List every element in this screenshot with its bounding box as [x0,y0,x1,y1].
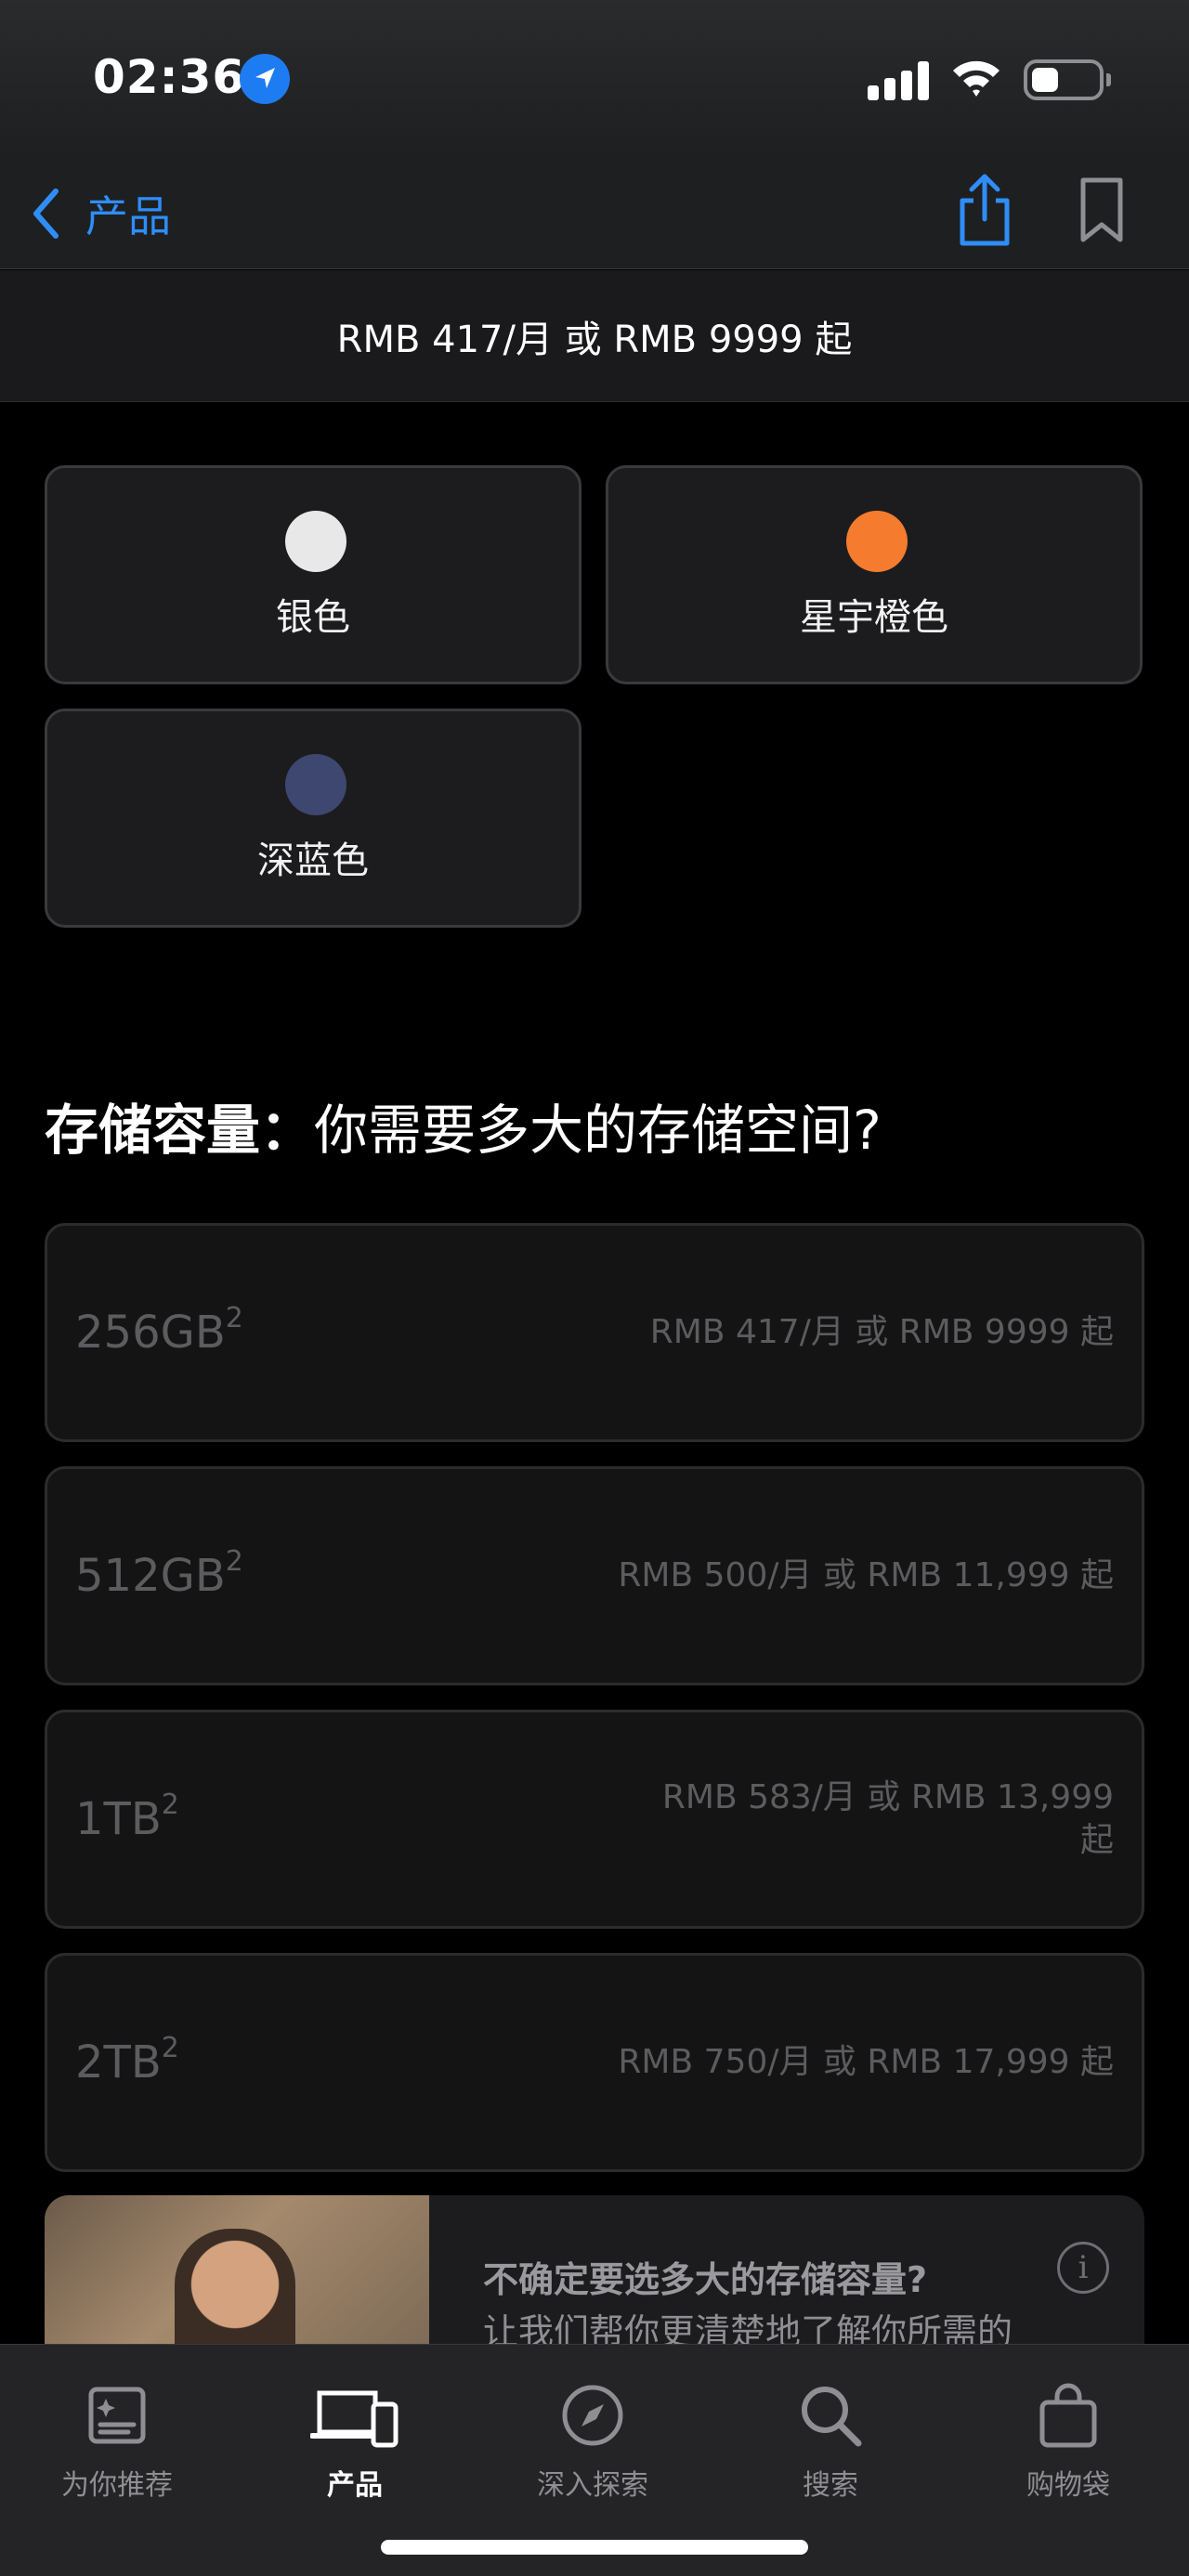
back-button[interactable]: 产品 [32,178,171,249]
storage-size: 256GB 2 [75,1226,243,1439]
tab-bag[interactable]: 购物袋 [975,2361,1161,2502]
storage-heading-text: 你需要多大的存储空间? [314,1099,882,1162]
tab-label: 购物袋 [1026,2469,1110,2502]
color-option-deep-blue[interactable]: 深蓝色 [45,709,581,928]
specialist-photo [45,2195,429,2353]
color-option-silver[interactable]: 银色 [45,465,581,684]
specialist-avatar [175,2229,295,2353]
color-label: 深蓝色 [257,839,369,882]
products-icon [310,2390,399,2448]
tab-products[interactable]: 产品 [262,2361,448,2502]
storage-size-label: 256GB [75,1307,226,1359]
footnote-marker: 2 [161,1789,179,1821]
storage-size: 1TB 2 [75,1712,179,1926]
color-swatch [285,754,346,815]
color-option-cosmic-orange[interactable]: 星宇橙色 [606,465,1143,684]
info-icon[interactable]: i [1057,2242,1109,2294]
location-arrow-icon [240,54,290,104]
bag-icon [1039,2383,1097,2448]
chevron-left-icon [33,189,59,239]
search-icon [802,2387,862,2447]
share-icon[interactable] [955,171,1014,249]
wifi-icon [953,60,1000,97]
storage-price: RMB 500/月 或 RMB 11,999 起 [618,1556,1114,1594]
storage-heading-bold: 存储容量： [45,1099,315,1162]
help-card-title: 不确定要选多大的存储容量? [483,2259,928,2300]
status-bar: 02:36 [0,0,1189,158]
recommend-icon [88,2387,146,2444]
storage-size-label: 1TB [75,1793,162,1845]
storage-size-label: 512GB [75,1550,226,1602]
storage-option-256gb[interactable]: 256GB 2 RMB 417/月 或 RMB 9999 起 [45,1223,1144,1442]
battery-icon [1024,59,1111,100]
storage-price: RMB 583/月 或 RMB 13,999 起 [661,1778,1114,1859]
tab-label: 搜索 [803,2469,858,2502]
storage-size-label: 2TB [75,2036,162,2088]
storage-price: RMB 750/月 或 RMB 17,999 起 [618,2043,1114,2081]
storage-option-512gb[interactable]: 512GB 2 RMB 500/月 或 RMB 11,999 起 [45,1466,1144,1685]
footnote-marker: 2 [225,1302,243,1334]
storage-size: 512GB 2 [75,1469,243,1683]
navigation-bar: 产品 [0,158,1189,269]
storage-heading: 存储容量：你需要多大的存储空间? [45,1086,882,1164]
tab-label: 深入探索 [537,2469,648,2502]
storage-size: 2TB 2 [75,1956,179,2169]
tab-for-you[interactable]: 为你推荐 [24,2361,210,2502]
home-indicator[interactable] [381,2540,808,2555]
back-label: 产品 [85,191,171,241]
footnote-marker: 2 [161,2032,179,2064]
tab-bar: 为你推荐 产品 深入探索 搜索 购物袋 [0,2344,1189,2576]
price-summary-bar: RMB 417/月 或 RMB 9999 起 [0,270,1189,402]
tab-label: 为你推荐 [61,2469,173,2502]
color-swatch [285,511,346,572]
storage-option-1tb[interactable]: 1TB 2 RMB 583/月 或 RMB 13,999 起 [45,1710,1144,1929]
status-time: 02:36 [93,50,246,104]
tab-search[interactable]: 搜索 [738,2361,923,2502]
color-label: 银色 [276,596,350,639]
price-summary: RMB 417/月 或 RMB 9999 起 [336,318,853,361]
footnote-marker: 2 [225,1545,243,1578]
compass-icon [562,2385,623,2446]
bookmark-icon[interactable] [1078,176,1126,243]
cellular-signal-icon [868,61,929,100]
tab-explore[interactable]: 深入探索 [500,2361,686,2502]
tab-label: 产品 [327,2469,383,2502]
storage-help-card[interactable]: 不确定要选多大的存储容量? 让我们帮你更清楚地了解你所需的 i [45,2195,1144,2353]
color-swatch [846,511,908,572]
storage-price: RMB 417/月 或 RMB 9999 起 [649,1313,1114,1351]
color-label: 星宇橙色 [800,596,948,639]
storage-option-2tb[interactable]: 2TB 2 RMB 750/月 或 RMB 17,999 起 [45,1953,1144,2172]
